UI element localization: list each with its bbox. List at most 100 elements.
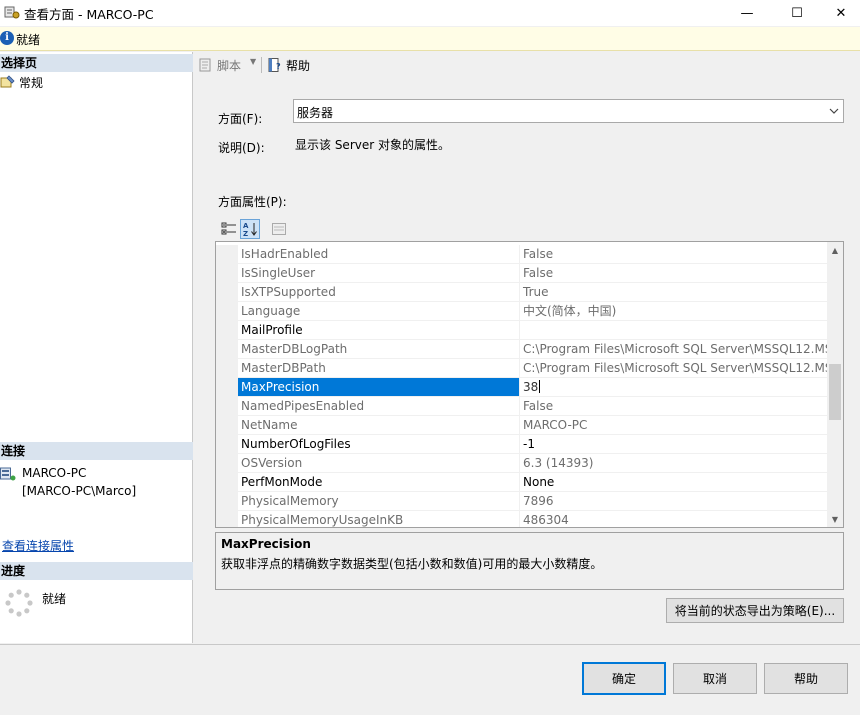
script-button[interactable]: 脚本	[198, 57, 241, 73]
property-value[interactable]: False	[519, 264, 828, 283]
property-name[interactable]: PhysicalMemoryUsageInKB	[238, 511, 519, 527]
server-user: [MARCO-PC\Marco]	[22, 484, 137, 498]
help-book-icon: ?	[268, 58, 281, 72]
grid-row[interactable]: Language 中文(简体，中国)	[216, 302, 828, 321]
grid-row[interactable]: MasterDBLogPath C:\Program Files\Microsof…	[216, 340, 828, 359]
property-name[interactable]: MailProfile	[238, 321, 519, 340]
info-icon: i	[0, 31, 14, 45]
property-value[interactable]: MARCO-PC	[519, 416, 828, 435]
window-title: 查看方面 - MARCO-PC	[24, 7, 154, 22]
property-grid[interactable]: IsHadrEnabled False IsSingleUser False IsXTP…	[215, 241, 844, 528]
grid-row[interactable]: NumberOfLogFiles -1	[216, 435, 828, 454]
property-name[interactable]: NumberOfLogFiles	[238, 435, 519, 454]
grid-row[interactable]: MailProfile	[216, 321, 828, 340]
description-title: MaxPrecision	[221, 537, 311, 551]
property-value[interactable]: -1	[519, 435, 828, 454]
scroll-thumb[interactable]	[829, 364, 841, 420]
right-pane: 脚本 ▼ ? 帮助 方面(F): 服务器 说明(D): 显示该 Server 对…	[194, 52, 860, 643]
property-value-text: 中文(简体，中国)	[523, 304, 617, 318]
grid-row-gutter	[216, 511, 238, 527]
grid-row[interactable]: PhysicalMemoryUsageInKB 486304	[216, 511, 828, 527]
property-pages-icon	[272, 223, 286, 235]
property-value[interactable]: 中文(简体，中国)	[519, 302, 828, 321]
categorized-view-button[interactable]	[219, 219, 239, 239]
property-value[interactable]: 486304	[519, 511, 828, 527]
help-label: 帮助	[286, 58, 311, 73]
toolbar-separator	[261, 57, 262, 73]
grid-row-gutter	[216, 340, 238, 359]
grid-row-gutter	[216, 245, 238, 264]
close-button[interactable]: ✕	[818, 0, 860, 26]
script-icon	[199, 58, 211, 72]
property-value[interactable]: C:\Program Files\Microsoft SQL Server\MS…	[519, 359, 828, 378]
grid-row[interactable]: IsXTPSupported True	[216, 283, 828, 302]
property-value-text: None	[523, 475, 555, 489]
export-policy-button[interactable]: 将当前的状态导出为策略(E)...	[666, 598, 844, 623]
grid-row-gutter	[216, 473, 238, 492]
alphabetical-view-button[interactable]: A Z	[240, 219, 260, 239]
property-name[interactable]: NetName	[238, 416, 519, 435]
grid-row[interactable]: OSVersion 6.3 (14393)	[216, 454, 828, 473]
property-value[interactable]: 7896	[519, 492, 828, 511]
grid-row[interactable]: MasterDBPath C:\Program Files\Microsoft S…	[216, 359, 828, 378]
svg-text:A: A	[243, 222, 249, 230]
property-value-text: MARCO-PC	[523, 418, 588, 432]
status-strip: i 就绪	[0, 27, 860, 51]
property-value-text: C:\Program Files\Microsoft SQL Server\MS…	[523, 342, 828, 356]
grid-scrollbar[interactable]: ▲ ▼	[827, 242, 843, 527]
property-value[interactable]: C:\Program Files\Microsoft SQL Server\MS…	[519, 340, 828, 359]
maximize-button[interactable]: ☐	[774, 0, 820, 26]
property-name[interactable]: MasterDBLogPath	[238, 340, 519, 359]
ok-button[interactable]: 确定	[582, 662, 666, 695]
facets-app-icon	[4, 6, 20, 19]
cancel-button[interactable]: 取消	[673, 663, 757, 694]
property-value[interactable]: False	[519, 397, 828, 416]
property-name[interactable]: OSVersion	[238, 454, 519, 473]
grid-row[interactable]: PhysicalMemory 7896	[216, 492, 828, 511]
server-icon	[0, 467, 16, 481]
property-name[interactable]: NamedPipesEnabled	[238, 397, 519, 416]
property-name[interactable]: PhysicalMemory	[238, 492, 519, 511]
property-value-text: 6.3 (14393)	[523, 456, 594, 470]
svg-text:Z: Z	[243, 230, 248, 237]
scroll-down-icon[interactable]: ▼	[827, 511, 843, 527]
property-name[interactable]: MasterDBPath	[238, 359, 519, 378]
help-toolbar-button[interactable]: ? 帮助	[267, 57, 310, 73]
property-value[interactable]: None	[519, 473, 828, 492]
view-connection-properties-link[interactable]: 查看连接属性	[2, 537, 74, 554]
nav-item-general[interactable]: 常规	[0, 73, 43, 91]
property-value-editor[interactable]: 38	[519, 378, 828, 397]
grid-row[interactable]: NetName MARCO-PC	[216, 416, 828, 435]
title-bar: 查看方面 - MARCO-PC — ☐ ✕	[0, 0, 860, 26]
grid-row[interactable]: IsHadrEnabled False	[216, 245, 828, 264]
property-value[interactable]: True	[519, 283, 828, 302]
property-name[interactable]: PerfMonMode	[238, 473, 519, 492]
property-name[interactable]: IsXTPSupported	[238, 283, 519, 302]
property-name[interactable]: IsSingleUser	[238, 264, 519, 283]
property-value[interactable]: 6.3 (14393)	[519, 454, 828, 473]
facet-select-value: 服务器	[297, 106, 334, 120]
property-name[interactable]: Language	[238, 302, 519, 321]
script-dropdown-icon[interactable]: ▼	[250, 57, 256, 66]
minimize-button[interactable]: —	[724, 0, 770, 26]
scroll-up-icon[interactable]: ▲	[827, 242, 843, 258]
maximize-icon: ☐	[791, 5, 803, 21]
property-value[interactable]	[519, 321, 828, 340]
server-name: MARCO-PC	[22, 466, 87, 480]
left-pane: 选择页 常规 连接 MARCO-PC [MARCO-PC\Marco] 查看连接…	[0, 52, 193, 643]
property-name[interactable]: IsHadrEnabled	[238, 245, 519, 264]
grid-row[interactable]: PerfMonMode None	[216, 473, 828, 492]
grid-row[interactable]: MaxPrecision 38	[216, 378, 828, 397]
facet-select[interactable]: 服务器	[293, 99, 844, 123]
help-button[interactable]: 帮助	[764, 663, 848, 694]
property-value-text: False	[523, 399, 554, 413]
grid-row[interactable]: IsSingleUser False	[216, 264, 828, 283]
grid-row-gutter	[216, 283, 238, 302]
property-pages-button[interactable]	[269, 219, 289, 239]
property-value[interactable]: False	[519, 245, 828, 264]
property-value-text: 486304	[523, 513, 569, 527]
grid-row[interactable]: NamedPipesEnabled False	[216, 397, 828, 416]
property-name[interactable]: MaxPrecision	[238, 378, 519, 397]
property-value-text: False	[523, 247, 554, 261]
facet-properties-label: 方面属性(P):	[218, 195, 287, 209]
